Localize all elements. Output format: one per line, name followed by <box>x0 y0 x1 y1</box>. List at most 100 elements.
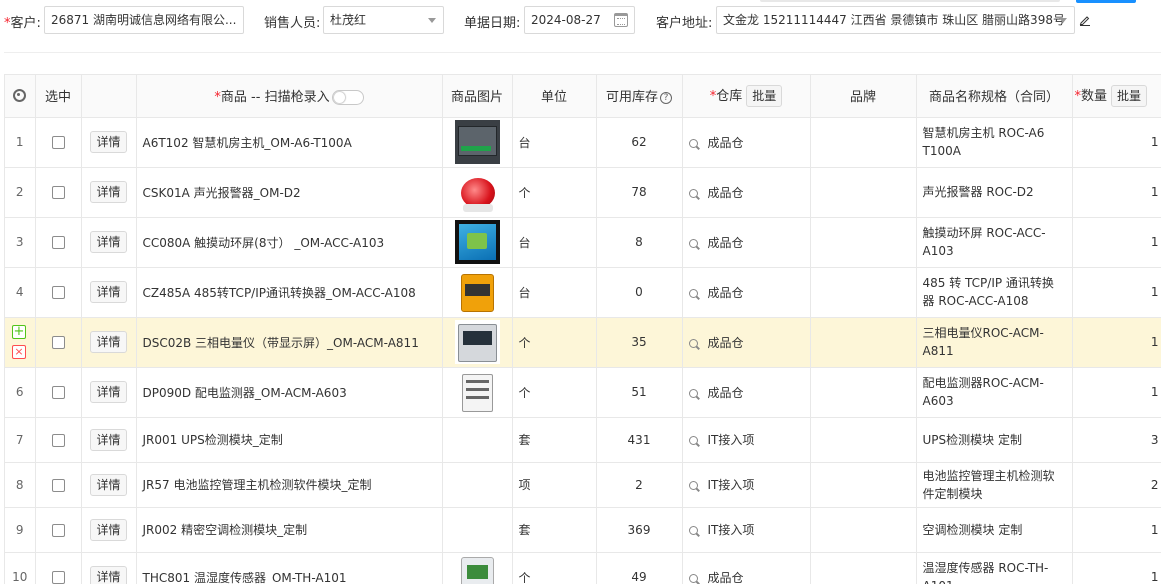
search-icon[interactable] <box>688 436 698 445</box>
row-checkbox[interactable] <box>51 286 65 299</box>
qty-cell[interactable]: 1 <box>1072 117 1161 168</box>
address-value: 文金龙 15211114447 江西省 景德镇市 珠山区 腊丽山路398号 <box>723 13 1065 27</box>
row-checkbox[interactable] <box>51 478 65 492</box>
warehouse-cell[interactable]: 成品仓 <box>682 552 811 584</box>
address-select[interactable]: 文金龙 15211114447 江西省 景德镇市 珠山区 腊丽山路398号 <box>716 6 1075 34</box>
product-image-cell <box>442 367 513 418</box>
qty-cell[interactable]: 1 <box>1072 507 1161 553</box>
table-row[interactable]: + × 详情 DSC02B 三相电量仪（带显示屏）_OM-ACM-A811 个 35 成品仓… <box>5 317 1161 368</box>
scanner-input-toggle[interactable] <box>331 90 364 106</box>
row-checkbox[interactable] <box>51 571 65 584</box>
help-icon[interactable]: ? <box>660 91 672 104</box>
power-meter-image[interactable] <box>454 320 500 364</box>
product-name[interactable]: A6T102 智慧机房主机_OM-A6-T100A <box>136 117 443 168</box>
warehouse-cell[interactable]: IT接入项 <box>682 417 811 463</box>
table-row[interactable]: 8 详情 JR57 电池监控管理主机检测软件模块_定制项 2 IT接入项 电池监控管理主机… <box>5 462 1161 508</box>
th-sensor-image[interactable] <box>454 555 500 584</box>
product-name[interactable]: DP090D 配电监测器_OM-ACM-A603 <box>136 367 443 418</box>
product-name[interactable]: CZ485A 485转TCP/IP通讯转换器_OM-ACC-A108 <box>136 267 443 318</box>
row-actions-cell: + × <box>5 317 36 368</box>
search-icon[interactable] <box>688 338 698 348</box>
warehouse-cell[interactable]: IT接入项 <box>682 462 811 508</box>
search-icon[interactable] <box>688 238 698 248</box>
detail-button[interactable]: 详情 <box>90 181 127 203</box>
row-checkbox[interactable] <box>51 336 65 349</box>
row-checkbox[interactable] <box>51 433 65 447</box>
warehouse-cell[interactable]: 成品仓 <box>682 267 811 318</box>
table-row[interactable]: 4 详情 CZ485A 485转TCP/IP通讯转换器_OM-ACC-A108 台 0 成… <box>5 267 1161 318</box>
detail-button[interactable]: 详情 <box>90 131 127 153</box>
detail-button[interactable]: 详情 <box>90 381 127 403</box>
table-row[interactable]: 2 详情 CSK01A 声光报警器_OM-D2 个 78 成品仓 声光报警器 ROC-D2 1 <box>5 167 1161 218</box>
qty-cell[interactable]: 1 <box>1072 267 1161 318</box>
product-name[interactable]: JR57 电池监控管理主机检测软件模块_定制 <box>136 462 443 508</box>
table-row[interactable]: 3 详情 CC080A 触摸动环屏(8寸） _OM-ACC-A103 台 8 成品仓 触摸动… <box>5 217 1161 268</box>
search-icon[interactable] <box>688 138 698 148</box>
qty-cell[interactable]: 1 <box>1072 367 1161 418</box>
qty-cell[interactable]: 3 <box>1072 417 1161 463</box>
customer-input[interactable]: 26871 湖南明诚信息网络有限公... <box>44 6 244 34</box>
product-name[interactable]: THC801 温湿度传感器_OM-TH-A101 <box>136 552 443 584</box>
search-icon[interactable] <box>688 388 698 398</box>
qty-cell[interactable]: 1 <box>1072 167 1161 218</box>
row-checkbox[interactable] <box>51 186 65 199</box>
table-row[interactable]: 7 详情 JR001 UPS检测模块_定制 套 431 IT接入项 UPS检测模块 定制 3 <box>5 417 1161 463</box>
qty-batch-button[interactable]: 批量 <box>1111 85 1148 107</box>
edit-icon[interactable] <box>1079 14 1091 26</box>
search-icon[interactable] <box>688 573 698 583</box>
warehouse-value: 成品仓 <box>707 285 744 300</box>
date-picker[interactable]: 2024-08-27 <box>524 6 635 34</box>
sales-select[interactable]: 杜茂红 <box>323 6 444 34</box>
delete-row-icon[interactable]: × <box>12 344 26 359</box>
warehouse-cell[interactable]: 成品仓 <box>682 117 811 168</box>
alarm-image[interactable] <box>454 170 500 214</box>
column-settings-cell[interactable] <box>5 75 36 118</box>
warehouse-cell[interactable]: 成品仓 <box>682 167 811 218</box>
detail-button[interactable]: 详情 <box>90 428 127 451</box>
detail-button[interactable]: 详情 <box>90 231 127 253</box>
warehouse-cell[interactable]: 成品仓 <box>682 217 811 268</box>
table-row[interactable]: 10 详情 THC801 温湿度传感器_OM-TH-A101 个 49 成品仓 温湿度传感器… <box>5 552 1161 584</box>
header-select: 选中 <box>35 75 82 118</box>
search-icon[interactable] <box>688 481 698 490</box>
server-host-image[interactable] <box>454 120 500 164</box>
add-row-icon[interactable]: + <box>12 324 26 339</box>
brand-cell <box>810 117 917 168</box>
settings-icon[interactable] <box>13 89 27 103</box>
product-name[interactable]: CC080A 触摸动环屏(8寸） _OM-ACC-A103 <box>136 217 443 268</box>
search-icon[interactable] <box>688 188 698 198</box>
warehouse-cell[interactable]: IT接入项 <box>682 507 811 553</box>
qty-cell[interactable]: 1 <box>1072 552 1161 584</box>
touchscreen-image[interactable] <box>454 220 500 264</box>
qty-cell[interactable]: 1 <box>1072 217 1161 268</box>
detail-button[interactable]: 详情 <box>90 331 127 353</box>
detail-button[interactable]: 详情 <box>90 518 127 541</box>
search-icon[interactable] <box>688 526 698 535</box>
table-row[interactable]: 1 详情 A6T102 智慧机房主机_OM-A6-T100A 台 62 成品仓 智慧机房主机… <box>5 117 1161 168</box>
product-name[interactable]: JR002 精密空调检测模块_定制 <box>136 507 443 553</box>
search-icon[interactable] <box>688 288 698 298</box>
distribution-monitor-image[interactable] <box>454 370 500 414</box>
table-row[interactable]: 6 详情 DP090D 配电监测器_OM-ACM-A603 个 51 成品仓 配电监测器RO… <box>5 367 1161 418</box>
table-row[interactable]: 9 详情 JR002 精密空调检测模块_定制 套 369 IT接入项 空调检测模块 定制 1 <box>5 507 1161 553</box>
converter-image[interactable] <box>454 270 500 314</box>
spec-cell: 声光报警器 ROC-D2 <box>916 167 1073 218</box>
row-checkbox[interactable] <box>51 523 65 537</box>
warehouse-cell[interactable]: 成品仓 <box>682 317 811 368</box>
detail-button[interactable]: 详情 <box>90 281 127 303</box>
detail-button[interactable]: 详情 <box>90 566 127 584</box>
qty-cell[interactable]: 1 <box>1072 317 1161 368</box>
row-checkbox[interactable] <box>51 386 65 399</box>
warehouse-cell[interactable]: 成品仓 <box>682 367 811 418</box>
row-checkbox[interactable] <box>51 236 65 249</box>
stock-cell: 0 <box>596 267 683 318</box>
customer-label-text: 客户: <box>10 16 41 31</box>
product-name[interactable]: DSC02B 三相电量仪（带显示屏）_OM-ACM-A811 <box>136 317 443 368</box>
product-name[interactable]: CSK01A 声光报警器_OM-D2 <box>136 167 443 218</box>
qty-cell[interactable]: 2 <box>1072 462 1161 508</box>
warehouse-batch-button[interactable]: 批量 <box>746 85 783 107</box>
row-index: 8 <box>5 462 36 508</box>
product-name[interactable]: JR001 UPS检测模块_定制 <box>136 417 443 463</box>
row-checkbox[interactable] <box>51 136 65 149</box>
detail-button[interactable]: 详情 <box>90 473 127 496</box>
